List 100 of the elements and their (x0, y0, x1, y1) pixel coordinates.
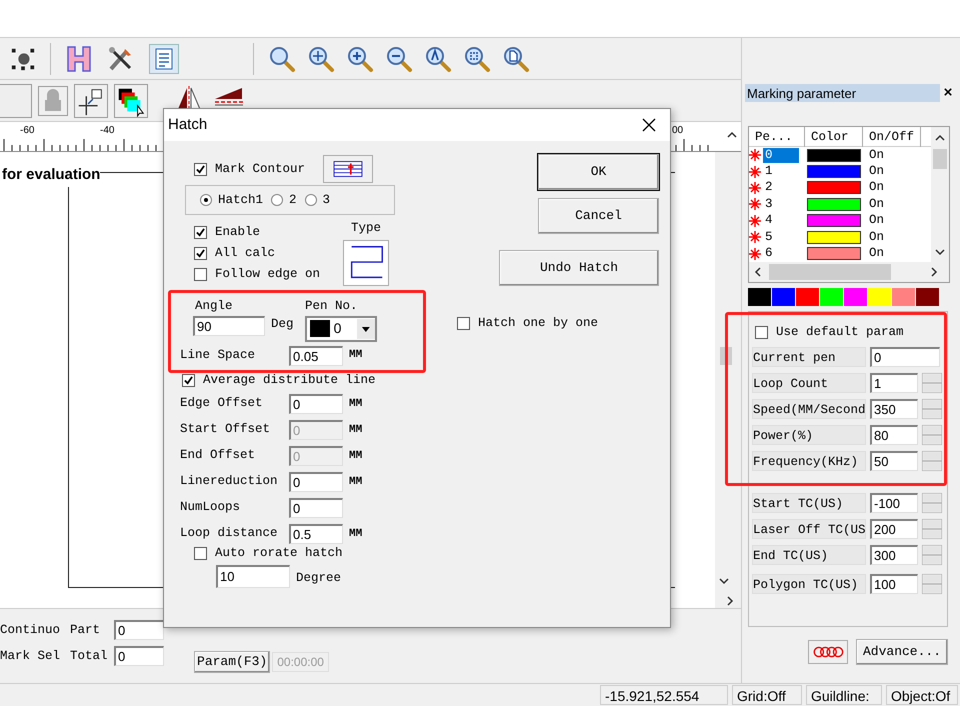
input-field[interactable]: -100 (870, 492, 918, 513)
scroll-thumb[interactable] (769, 264, 891, 280)
table-cell: On (869, 164, 884, 180)
pen-row[interactable]: 4 On (749, 212, 931, 229)
param-label: Start TC(US) (752, 492, 866, 513)
label: End Offset (180, 447, 256, 464)
pen-row[interactable]: 2 On (749, 180, 931, 196)
close-button[interactable]: × (940, 85, 956, 101)
zoom-icon[interactable] (268, 44, 296, 72)
input-field[interactable]: 350 (870, 398, 918, 419)
scroll-right-icon[interactable] (725, 596, 735, 606)
rings-icon[interactable] (808, 640, 848, 664)
label: Degree (296, 570, 342, 587)
checkbox[interactable] (194, 268, 207, 281)
button[interactable]: Advance... (856, 638, 948, 665)
column-header[interactable]: Pe... (749, 127, 805, 147)
button[interactable]: Undo Hatch (499, 250, 659, 286)
zoom-icon[interactable] (424, 44, 452, 72)
pen-row[interactable]: 5 On (749, 228, 931, 246)
checkbox[interactable] (194, 162, 207, 176)
palette-swatch[interactable] (916, 288, 939, 306)
zoom-icon[interactable] (346, 44, 374, 72)
button[interactable]: OK (538, 154, 659, 190)
layers-icon[interactable] (114, 84, 148, 118)
input-field[interactable]: 90 (193, 316, 265, 336)
zoom-icon[interactable] (385, 44, 413, 72)
scroll-thumb[interactable] (933, 149, 947, 169)
checkbox[interactable] (194, 247, 207, 260)
input-field[interactable]: 100 (870, 574, 918, 594)
list-icon[interactable] (149, 44, 179, 74)
checkbox[interactable] (194, 546, 207, 560)
input-field[interactable]: 0.5 (289, 524, 343, 544)
palette-swatch[interactable] (748, 288, 771, 306)
zoom-icon[interactable] (307, 44, 335, 72)
palette-swatch[interactable] (868, 288, 891, 306)
dropdown-icon[interactable] (357, 318, 375, 338)
checkbox[interactable] (194, 226, 207, 239)
label: Pen No. (305, 298, 359, 315)
input-field[interactable]: 80 (870, 424, 918, 445)
table-cell: On (869, 180, 884, 196)
scroll-left-icon[interactable] (753, 266, 763, 277)
button[interactable]: Cancel (538, 198, 659, 234)
param-label: Frequency(KHz) (752, 450, 866, 471)
pen-row[interactable]: 3 On (749, 196, 931, 213)
scroll-up-icon[interactable] (727, 130, 737, 140)
param-label: Laser Off TC(US (752, 518, 866, 539)
status-field: -15.921,52.554 (600, 685, 728, 705)
zoom-icon[interactable] (502, 44, 530, 72)
scroll-down-icon[interactable] (719, 576, 729, 586)
palette-swatch[interactable] (844, 288, 867, 306)
pen-row[interactable]: 0 On (749, 147, 931, 164)
radio-label: 3 (322, 192, 330, 209)
contour-button[interactable] (323, 155, 373, 183)
input-field[interactable]: 0 (289, 498, 343, 518)
close-icon[interactable] (642, 118, 656, 132)
scrollbar[interactable] (931, 127, 949, 262)
radio-button[interactable] (304, 194, 317, 206)
checkbox[interactable] (457, 316, 470, 330)
label: MM (349, 448, 362, 464)
zoom-icon[interactable] (463, 44, 491, 72)
checkbox-label: Use default param (776, 324, 904, 342)
palette-swatch[interactable] (892, 288, 915, 306)
panel-title: Marking parameter (745, 84, 940, 102)
palette-swatch[interactable] (796, 288, 819, 306)
checkbox[interactable] (755, 326, 768, 340)
input-field[interactable]: 0 (114, 620, 164, 640)
palette-swatch[interactable] (772, 288, 795, 306)
hatch-type-button[interactable] (343, 240, 389, 286)
pen-dropdown[interactable]: 0 (305, 316, 377, 342)
ruler-label: -60 (20, 125, 34, 137)
column-header[interactable]: On/Off (863, 127, 921, 147)
checkbox[interactable] (182, 374, 195, 387)
input-field[interactable]: 1 (870, 372, 918, 393)
radio-button[interactable] (271, 194, 284, 206)
pen-row[interactable]: 1 On (749, 163, 931, 180)
laser-icon (749, 198, 761, 210)
input-field[interactable]: 0.05 (289, 346, 343, 366)
button[interactable]: Param(F3) (194, 651, 270, 673)
scroll-up-icon[interactable] (935, 133, 945, 143)
input-field[interactable]: 300 (870, 544, 918, 565)
radio-label: 2 (289, 192, 297, 209)
table-cell: On (869, 148, 884, 163)
input-field[interactable]: 50 (870, 450, 918, 471)
input-field[interactable]: 200 (870, 518, 918, 539)
param-label: Power(%) (752, 424, 866, 445)
scrollbar[interactable] (749, 262, 949, 282)
input-field[interactable]: 0 (289, 472, 343, 492)
input-field[interactable]: 0 (289, 394, 343, 414)
radio-button[interactable] (200, 194, 212, 206)
input-field[interactable]: 10 (216, 564, 290, 588)
scroll-down-icon[interactable] (935, 247, 945, 257)
pen-row[interactable]: 6 On (749, 245, 931, 262)
input-field[interactable]: 0 (870, 346, 940, 367)
column-header[interactable]: Color (805, 127, 863, 147)
palette-swatch[interactable] (820, 288, 843, 306)
input-field[interactable]: 0 (114, 646, 164, 666)
hatch-icon[interactable] (65, 44, 93, 72)
ruler-label: -40 (100, 125, 114, 137)
origin-icon[interactable] (74, 84, 108, 118)
scroll-right-icon[interactable] (929, 266, 939, 277)
